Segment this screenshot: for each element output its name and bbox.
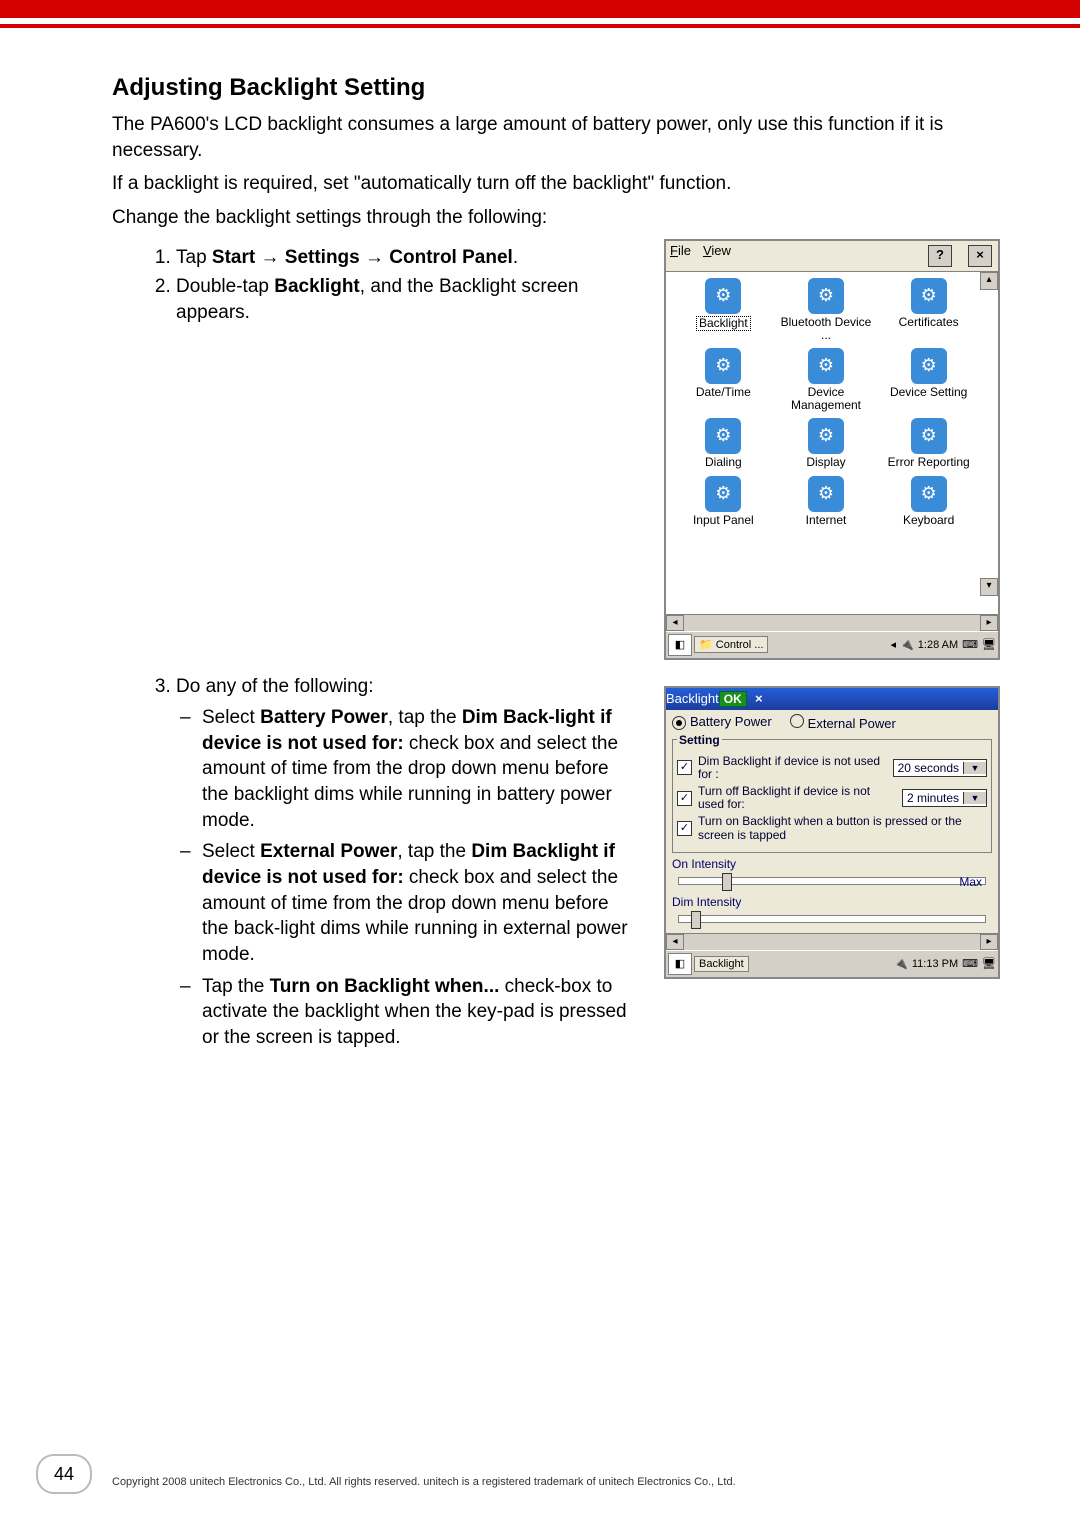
setting-group: Setting Dim Backlight if device is not u… — [672, 733, 992, 853]
tray-sip-icon[interactable]: ⌨ — [962, 638, 978, 651]
start-button[interactable]: ◧ — [668, 634, 692, 656]
cp-icon-input-panel[interactable]: ⚙ Input Panel — [672, 476, 775, 527]
scroll-up-icon[interactable]: ▴ — [980, 272, 998, 290]
cp-glyph-icon: ⚙ — [911, 476, 947, 512]
header-red-bar — [0, 0, 1080, 18]
cp-icon-date-time[interactable]: ⚙ Date/Time — [672, 348, 775, 412]
control-panel-icon-pane: ▴ ⚙Backlight⚙Bluetooth Device ...⚙Certif… — [666, 272, 998, 614]
cp-icon-label: Display — [806, 456, 845, 469]
horizontal-scrollbar[interactable]: ◂▸ — [666, 614, 998, 631]
bullet-external-power: Select External Power, tap the Dim Backl… — [202, 839, 640, 967]
tray-desktop-icon[interactable]: 🖥 — [982, 957, 996, 970]
taskbar: ◧ Backlight 🔌 11:13 PM ⌨ 🖥 — [666, 950, 998, 977]
intro-para-2: If a backlight is required, set "automat… — [112, 171, 1000, 197]
taskbar-item-control[interactable]: 📁 Control ... — [694, 636, 768, 653]
cp-glyph-icon: ⚙ — [808, 278, 844, 314]
label-dim: Dim Backlight if device is not used for … — [698, 755, 887, 781]
radio-external-power[interactable]: External Power — [790, 714, 896, 731]
close-button[interactable]: × — [749, 691, 769, 706]
label-turnoff: Turn off Backlight if device is not used… — [698, 785, 896, 811]
cp-icon-backlight[interactable]: ⚙ Backlight — [672, 278, 775, 342]
label-turnon: Turn on Backlight when a button is press… — [698, 815, 987, 841]
checkbox-turnon[interactable] — [677, 821, 692, 836]
cp-icon-label: Backlight — [696, 316, 751, 331]
cp-glyph-icon: ⚙ — [911, 348, 947, 384]
backlight-window: Backlight OK × Battery Power External Po… — [664, 686, 1000, 979]
cp-glyph-icon: ⚙ — [808, 476, 844, 512]
tray-connection-icon[interactable]: 🔌 — [894, 957, 908, 970]
cp-glyph-icon: ⚙ — [911, 278, 947, 314]
step-1: Tap Start → Settings → Control Panel. — [176, 245, 640, 271]
cp-icon-device-management[interactable]: ⚙Device Management — [775, 348, 878, 412]
taskbar-item-backlight[interactable]: Backlight — [694, 956, 749, 972]
dropdown-turnoff-time[interactable]: 2 minutes▼ — [902, 789, 987, 807]
cp-icon-label: Keyboard — [903, 514, 954, 527]
cp-icon-label: Bluetooth Device ... — [775, 316, 878, 342]
checkbox-dim[interactable] — [677, 760, 692, 775]
cp-icon-error-reporting[interactable]: ⚙ Error Reporting — [877, 418, 980, 469]
control-panel-window: File View ? × ▴ ⚙Backlight⚙Bluetooth Dev… — [664, 239, 1000, 660]
dropdown-dim-time[interactable]: 20 seconds▼ — [893, 759, 987, 777]
cp-icon-label: Input Panel — [693, 514, 754, 527]
dim-intensity-label: Dim Intensity — [672, 895, 992, 909]
tray-desktop-icon[interactable]: 🖥 — [982, 638, 996, 651]
cp-icon-label: Error Reporting — [888, 456, 970, 469]
copyright-footer: Copyright 2008 unitech Electronics Co., … — [112, 1476, 1040, 1488]
step-3: Do any of the following: Select Battery … — [176, 674, 640, 1051]
scroll-down-icon[interactable]: ▾ — [980, 578, 998, 596]
cp-icon-label: Dialing — [705, 456, 742, 469]
help-button[interactable]: ? — [928, 245, 952, 267]
system-tray: ◂ 🔌 1:28 AM ⌨ 🖥 — [891, 638, 996, 651]
setting-legend: Setting — [677, 733, 722, 747]
system-tray: 🔌 11:13 PM ⌨ 🖥 — [894, 957, 996, 970]
backlight-title: Backlight — [666, 691, 719, 706]
max-label: Max — [959, 875, 982, 889]
dim-intensity-slider[interactable] — [678, 915, 986, 923]
cp-icon-display[interactable]: ⚙ Display — [775, 418, 878, 469]
cp-icon-certificates[interactable]: ⚙ Certificates — [877, 278, 980, 342]
bullet-battery-power: Select Battery Power, tap the Dim Back-l… — [202, 705, 640, 833]
tray-arrow-icon[interactable]: ◂ — [891, 638, 897, 651]
step-2: Double-tap Backlight, and the Backlight … — [176, 274, 640, 325]
checkbox-turnoff[interactable] — [677, 791, 692, 806]
cp-icon-label: Certificates — [899, 316, 959, 329]
menu-file[interactable]: File — [670, 243, 691, 269]
taskbar: ◧ 📁 Control ... ◂ 🔌 1:28 AM ⌨ 🖥 — [666, 631, 998, 658]
on-intensity-slider[interactable] — [678, 877, 986, 885]
cp-icon-device-setting[interactable]: ⚙ Device Setting — [877, 348, 980, 412]
intro-para-1: The PA600's LCD backlight consumes a lar… — [112, 112, 1000, 163]
bullet-turn-on: Tap the Turn on Backlight when... check-… — [202, 974, 640, 1051]
tray-sip-icon[interactable]: ⌨ — [962, 957, 978, 970]
tray-clock: 11:13 PM — [912, 958, 958, 970]
cp-glyph-icon: ⚙ — [808, 418, 844, 454]
ok-button[interactable]: OK — [719, 691, 747, 707]
radio-battery-power[interactable]: Battery Power — [672, 714, 772, 730]
cp-icon-label: Device Management — [775, 386, 878, 412]
cp-glyph-icon: ⚙ — [705, 476, 741, 512]
cp-icon-bluetooth-device-[interactable]: ⚙Bluetooth Device ... — [775, 278, 878, 342]
horizontal-scrollbar[interactable]: ◂▸ — [666, 933, 998, 950]
intro-para-3: Change the backlight settings through th… — [112, 205, 1000, 231]
cp-icon-label: Date/Time — [696, 386, 751, 399]
cp-icon-internet[interactable]: ⚙ Internet — [775, 476, 878, 527]
cp-glyph-icon: ⚙ — [808, 348, 844, 384]
cp-glyph-icon: ⚙ — [705, 278, 741, 314]
start-button[interactable]: ◧ — [668, 953, 692, 975]
section-heading: Adjusting Backlight Setting — [112, 74, 1000, 102]
cp-glyph-icon: ⚙ — [705, 348, 741, 384]
menu-bar: File View ? × — [666, 241, 998, 272]
menu-view[interactable]: View — [703, 243, 731, 269]
cp-icon-dialing[interactable]: ⚙ Dialing — [672, 418, 775, 469]
on-intensity-label: On Intensity — [672, 857, 992, 871]
tray-clock: 1:28 AM — [918, 639, 958, 651]
cp-icon-keyboard[interactable]: ⚙ Keyboard — [877, 476, 980, 527]
cp-glyph-icon: ⚙ — [705, 418, 741, 454]
cp-glyph-icon: ⚙ — [911, 418, 947, 454]
cp-icon-label: Internet — [806, 514, 847, 527]
cp-icon-label: Device Setting — [890, 386, 967, 399]
page-number: 44 — [36, 1454, 92, 1494]
close-button[interactable]: × — [968, 245, 992, 267]
tray-connection-icon[interactable]: 🔌 — [900, 638, 914, 651]
